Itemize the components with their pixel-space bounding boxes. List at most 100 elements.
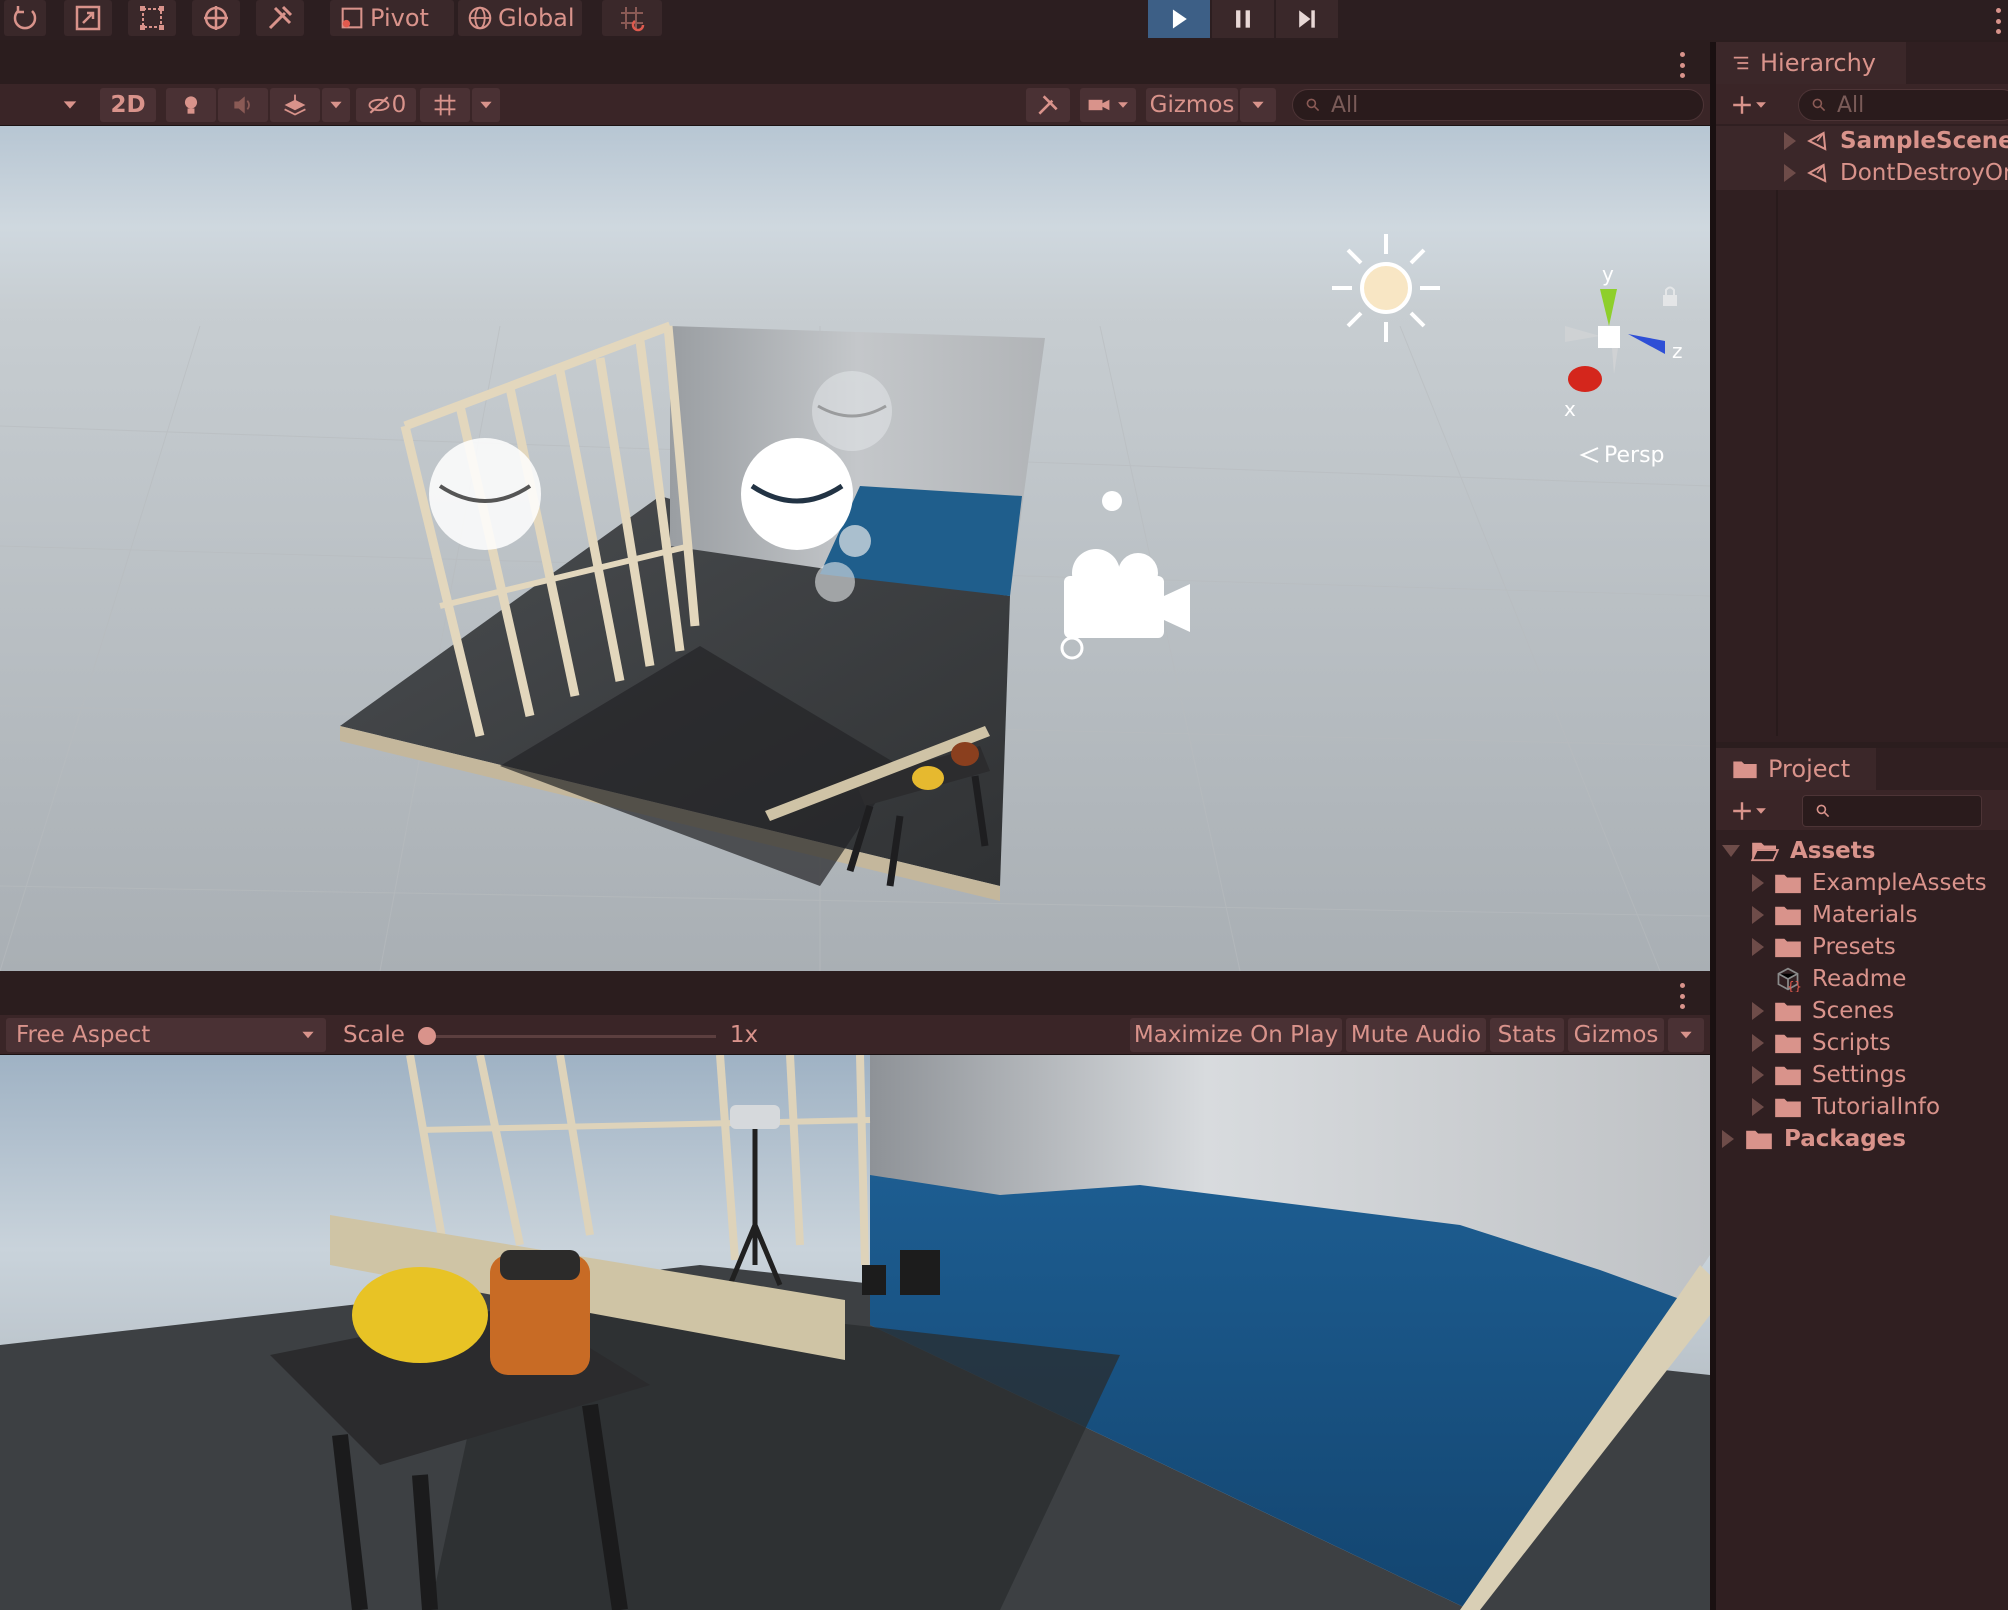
hierarchy-item-dontdestroy[interactable]: DontDestroyOn [1784, 158, 2008, 188]
camera-settings-dropdown[interactable] [1080, 88, 1136, 122]
project-item-scripts[interactable]: Scripts [1752, 1028, 1891, 1058]
scene-search-input[interactable]: All [1292, 89, 1704, 121]
aspect-label: Free Aspect [16, 1022, 151, 1048]
project-item-label: Scripts [1812, 1030, 1891, 1056]
hierarchy-tab[interactable]: Hierarchy [1716, 42, 1906, 84]
play-button[interactable] [1148, 0, 1210, 38]
grid-snap-icon [621, 7, 645, 32]
grid-icon [434, 94, 456, 116]
main-toolbar: Pivot Global [0, 0, 2008, 40]
project-assets-folder[interactable]: Assets [1722, 836, 1875, 866]
project-item-scenes[interactable]: Scenes [1752, 996, 1894, 1026]
toolbar-more-icon[interactable] [1996, 8, 2002, 34]
project-tab[interactable]: Project [1716, 748, 1876, 790]
scale-slider-handle[interactable] [418, 1027, 436, 1045]
project-item-tutorialinfo[interactable]: TutorialInfo [1752, 1092, 1940, 1122]
assets-label: Assets [1790, 838, 1876, 864]
expand-arrow-icon[interactable] [1752, 1002, 1764, 1020]
hierarchy-item-label: SampleScene [1840, 128, 2008, 154]
scene-view[interactable]: y z x Persp [0, 126, 1710, 971]
tools-overlay-button[interactable] [1026, 88, 1070, 122]
grid-toggle[interactable] [420, 88, 470, 122]
expand-arrow-icon[interactable] [1752, 938, 1764, 956]
project-packages-folder[interactable]: Packages [1722, 1124, 1906, 1154]
project-item-label: Materials [1812, 902, 1918, 928]
game-more-icon[interactable] [1680, 983, 1686, 1009]
camera-icon [1088, 99, 1110, 111]
chevron-down-icon [1252, 101, 1264, 109]
aspect-dropdown[interactable]: Free Aspect [6, 1018, 326, 1052]
transform-tool-button[interactable] [192, 0, 240, 36]
expand-arrow-icon[interactable] [1784, 132, 1796, 150]
project-add-button[interactable] [1722, 794, 1776, 828]
mute-audio-toggle[interactable]: Mute Audio [1346, 1018, 1486, 1052]
2d-toggle[interactable]: 2D [100, 88, 156, 122]
project-item-settings[interactable]: Settings [1752, 1060, 1906, 1090]
draw-mode-dropdown[interactable] [0, 88, 90, 122]
scene-visibility-toggle[interactable]: 0 [356, 88, 416, 122]
expand-arrow-icon[interactable] [1752, 1034, 1764, 1052]
rotate-icon [13, 6, 37, 30]
gizmos-button[interactable]: Gizmos [1146, 88, 1238, 122]
folder-icon [1775, 1098, 1801, 1118]
hidden-count: 0 [391, 92, 407, 118]
lightbulb-icon [184, 96, 198, 114]
collapse-arrow-icon[interactable] [1722, 845, 1740, 857]
project-item-materials[interactable]: Materials [1752, 900, 1917, 930]
maximize-on-play-toggle[interactable]: Maximize On Play [1130, 1018, 1342, 1052]
effects-dropdown[interactable] [322, 88, 350, 122]
effects-toggle[interactable] [270, 88, 320, 122]
rotate-tool-button[interactable] [4, 0, 46, 36]
expand-arrow-icon[interactable] [1784, 164, 1796, 182]
step-button[interactable] [1276, 0, 1338, 38]
chevron-down-icon [330, 101, 342, 109]
unity-scene-icon [1807, 131, 1827, 151]
step-icon [1299, 10, 1315, 28]
scale-value: 1x [729, 1022, 759, 1048]
folder-icon [1775, 1002, 1801, 1022]
expand-arrow-icon[interactable] [1752, 874, 1764, 892]
search-icon [1306, 98, 1320, 112]
game-gizmos-dropdown[interactable] [1668, 1018, 1704, 1052]
game-toolbar: Free Aspect Scale 1x Maximize On Play Mu… [0, 1015, 1710, 1055]
hierarchy-add-button[interactable] [1722, 88, 1776, 122]
project-item-presets[interactable]: Presets [1752, 932, 1896, 962]
game-view[interactable] [0, 1055, 1710, 1610]
audio-toggle[interactable] [218, 88, 268, 122]
lighting-toggle[interactable] [166, 88, 216, 122]
scene-toolbar: 2D 0 Gizmos All [0, 84, 1710, 126]
project-item-label: Settings [1812, 1062, 1907, 1088]
axis-z-label: z [1672, 339, 1683, 363]
stats-toggle[interactable]: Stats [1490, 1018, 1564, 1052]
scale-label: Scale [343, 1022, 405, 1048]
project-item-label: TutorialInfo [1812, 1094, 1941, 1120]
grid-snapping-button[interactable] [602, 0, 662, 36]
scene-more-icon[interactable] [1680, 52, 1686, 78]
project-item-readme[interactable]: {} Readme [1774, 964, 1906, 994]
expand-arrow-icon[interactable] [1752, 1098, 1764, 1116]
grid-dropdown[interactable] [472, 88, 500, 122]
pivot-toggle[interactable]: Pivot [330, 0, 454, 36]
axis-y-label: y [1602, 262, 1614, 286]
rect-tool-button[interactable] [128, 0, 176, 36]
global-toggle[interactable]: Global [458, 0, 582, 36]
game-viewport [0, 1055, 1710, 1610]
hierarchy-item-scene[interactable]: SampleScene [1784, 126, 2008, 156]
project-item-exampleassets[interactable]: ExampleAssets [1752, 868, 1987, 898]
project-toolbar [1716, 790, 2008, 830]
scene-tab-bar [0, 42, 1710, 84]
game-gizmos-toggle[interactable]: Gizmos [1568, 1018, 1664, 1052]
scale-tool-button[interactable] [64, 0, 112, 36]
expand-arrow-icon[interactable] [1722, 1130, 1734, 1148]
scale-slider-track[interactable] [424, 1035, 716, 1038]
hierarchy-search-input[interactable]: All [1798, 89, 2008, 121]
expand-arrow-icon[interactable] [1752, 906, 1764, 924]
gizmos-dropdown[interactable] [1240, 88, 1276, 122]
scale-icon [75, 5, 101, 31]
hierarchy-guide [1776, 190, 1778, 736]
expand-arrow-icon[interactable] [1752, 1066, 1764, 1084]
project-search-input[interactable] [1802, 795, 1982, 827]
pause-button[interactable] [1212, 0, 1274, 38]
project-tab-label: Project [1768, 755, 1851, 783]
custom-tool-button[interactable] [256, 0, 304, 36]
